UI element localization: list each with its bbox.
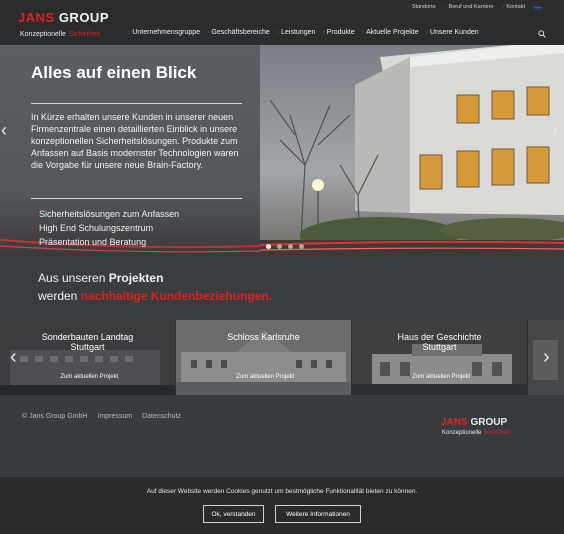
- footer-link-impressum[interactable]: Impressum: [97, 413, 132, 420]
- hero-divider-bottom: [31, 198, 242, 199]
- nav-item-geschaeftsbereiche[interactable]: Geschäftsbereiche: [207, 29, 269, 36]
- nav-item-unsere-kunden[interactable]: Unsere Kunden: [426, 29, 479, 36]
- projects-prev-arrow-icon[interactable]: ‹: [10, 346, 17, 369]
- footer-tagline: Konzeptionelle Sicherheit: [442, 430, 510, 436]
- footer-copyright: © Jans Group GmbH: [22, 413, 88, 420]
- project-title-line: Haus der Geschichte: [397, 332, 482, 342]
- nav-item-leistungen[interactable]: Leistungen: [277, 29, 315, 36]
- logo-tagline: Konzeptionelle Sicherheit: [20, 31, 100, 38]
- project-card[interactable]: Sonderbauten LandtagStuttgart Zum aktuel…: [0, 320, 175, 395]
- hero-next-arrow-icon[interactable]: ›: [552, 120, 558, 141]
- logo-group: GROUP: [58, 10, 109, 25]
- footer-tagline-part1: Konzeptionelle: [442, 430, 482, 436]
- footer-tagline-part2: Sicherheit: [483, 430, 511, 436]
- project-title: Schloss Karlsruhe: [176, 332, 351, 342]
- projects-intro-line2: werden nachhaltige Kundenbeziehungen.: [38, 287, 272, 305]
- hero-feature-item: High End Schulungszentrum: [31, 221, 179, 235]
- project-card[interactable]: Haus der GeschichteStuttgart Zum aktuell…: [352, 320, 527, 395]
- cookie-banner: Auf dieser Website werden Cookies genutz…: [0, 477, 564, 534]
- project-link[interactable]: Zum aktuellen Projekt: [352, 374, 527, 380]
- projects-intro: Aus unseren Projekten werden nachhaltige…: [38, 269, 272, 305]
- topbar-link-standorte[interactable]: Standorte: [408, 4, 436, 10]
- site-header: JANS GROUP KonzeptionelleSicherheit Stan…: [0, 0, 564, 45]
- intro-bold: Projekten: [108, 271, 164, 285]
- intro-highlight: nachhaltige Kundenbeziehungen.: [80, 289, 273, 303]
- hero-feature-list: Sicherheitslösungen zum Anfassen High En…: [31, 207, 179, 249]
- hero-feature-item: Sicherheitslösungen zum Anfassen: [31, 207, 179, 221]
- project-card[interactable]: Schloss Karlsruhe Zum aktuellen Projekt: [176, 320, 351, 395]
- logo-jans: JANS: [18, 10, 55, 25]
- footer-link-datenschutz[interactable]: Datenschutz: [142, 413, 181, 420]
- intro-prefix: werden: [38, 289, 81, 303]
- hero-slide-dots: [266, 244, 304, 249]
- hero-divider-top: [31, 103, 242, 104]
- main-nav: Unternehmensgruppe Geschäftsbereiche Lei…: [128, 29, 479, 36]
- slide-dot[interactable]: [277, 244, 282, 249]
- tagline-part2: Sicherheit: [68, 31, 101, 38]
- hero-title: Alles auf einen Blick: [31, 63, 197, 82]
- topbar-link-karriere[interactable]: Beruf und Karriere: [445, 4, 494, 10]
- nav-item-unternehmensgruppe[interactable]: Unternehmensgruppe: [128, 29, 200, 36]
- hero-building-photo: [260, 45, 564, 256]
- cookie-more-info-button[interactable]: Weitere Informationen: [275, 505, 361, 523]
- footer-logo-jans: JANS: [441, 417, 468, 428]
- top-utility-bar: Standorte Beruf und Karriere Kontakt: [408, 4, 542, 10]
- nav-item-produkte[interactable]: Produkte: [322, 29, 355, 36]
- tagline-part1: Konzeptionelle: [20, 31, 66, 38]
- footer-logo[interactable]: JANS GROUP: [441, 417, 507, 428]
- projects-intro-line1: Aus unseren Projekten: [38, 269, 272, 287]
- footer-logo-group: GROUP: [470, 417, 508, 428]
- hero-description: In Kürze erhalten unsere Kunden in unser…: [31, 112, 239, 170]
- project-title: Haus der Geschichte Stuttgart: [352, 332, 527, 352]
- uk-flag-icon[interactable]: [534, 4, 542, 10]
- slide-dot[interactable]: [266, 244, 271, 249]
- hero-feature-item: Präsentation und Beratung: [31, 235, 179, 249]
- site-logo[interactable]: JANS GROUP: [18, 10, 109, 25]
- project-title-line: Schloss Karlsruhe: [227, 332, 300, 342]
- cookie-accept-button[interactable]: Ok, verstanden: [203, 505, 264, 523]
- hero-slider: Alles auf einen Blick In Kürze erhalten …: [0, 45, 564, 256]
- cookie-message: Auf dieser Website werden Cookies genutz…: [146, 488, 418, 495]
- hero-prev-arrow-icon[interactable]: ‹: [1, 120, 7, 141]
- nav-item-aktuelle-projekte[interactable]: Aktuelle Projekte: [362, 29, 419, 36]
- project-title-line: Stuttgart: [70, 342, 105, 352]
- project-link[interactable]: Zum aktuellen Projekt: [176, 374, 351, 380]
- projects-carousel: Sonderbauten LandtagStuttgart Zum aktuel…: [0, 320, 564, 395]
- project-title-line: Sonderbauten Landtag: [41, 332, 134, 342]
- projects-next-arrow-icon[interactable]: ›: [543, 346, 550, 369]
- project-title: Sonderbauten Landtag Stuttgart: [0, 332, 175, 352]
- footer-links: © Jans Group GmbH Impressum Datenschutz: [22, 413, 181, 420]
- slide-dot[interactable]: [288, 244, 293, 249]
- slide-dot[interactable]: [299, 244, 304, 249]
- topbar-link-kontakt[interactable]: Kontakt: [503, 4, 525, 10]
- intro-prefix: Aus unseren: [38, 271, 109, 285]
- project-link[interactable]: Zum aktuellen Projekt: [0, 374, 175, 380]
- project-title-line: Stuttgart: [422, 342, 457, 352]
- search-icon[interactable]: [538, 30, 546, 38]
- site-footer: © Jans Group GmbH Impressum Datenschutz …: [0, 395, 564, 477]
